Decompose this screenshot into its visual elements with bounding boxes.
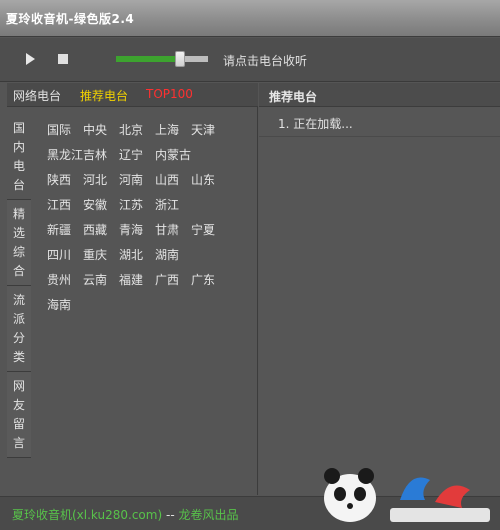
side-tab-label: 流派分类 bbox=[13, 293, 26, 364]
region-link[interactable]: 山东 bbox=[191, 171, 215, 188]
region-link[interactable]: 山西 bbox=[155, 171, 179, 188]
region-link[interactable]: 新疆 bbox=[47, 221, 71, 238]
side-tab-messages[interactable]: 网友留言 bbox=[7, 372, 31, 458]
region-link[interactable]: 江西 bbox=[47, 196, 71, 213]
region-link[interactable]: 黑龙江 bbox=[47, 146, 83, 163]
tab-network-radio[interactable]: 网络电台 bbox=[13, 87, 61, 104]
region-link[interactable]: 重庆 bbox=[83, 246, 107, 263]
side-tab-label: 网友留言 bbox=[13, 379, 26, 450]
footer-author: 龙卷风出品 bbox=[178, 508, 239, 522]
region-link[interactable]: 湖南 bbox=[155, 246, 179, 263]
recommend-panel: 推荐电台 1. 正在加载... bbox=[259, 83, 500, 495]
title-bar: 夏玲收音机-绿色版2.4 bbox=[0, 0, 500, 37]
footer-credit: 夏玲收音机(xl.ku280.com) -- 龙卷风出品 bbox=[12, 506, 239, 523]
region-link[interactable]: 甘肃 bbox=[155, 221, 179, 238]
window-title: 夏玲收音机-绿色版2.4 bbox=[6, 12, 135, 26]
region-link[interactable]: 海南 bbox=[47, 296, 71, 313]
region-link[interactable]: 河北 bbox=[83, 171, 107, 188]
region-link[interactable]: 北京 bbox=[119, 121, 143, 138]
region-link[interactable]: 河南 bbox=[119, 171, 143, 188]
side-tab-domestic[interactable]: 国内电台 bbox=[7, 114, 31, 200]
region-link[interactable]: 青海 bbox=[119, 221, 143, 238]
region-link[interactable]: 陕西 bbox=[47, 171, 71, 188]
category-tabs: 网络电台 推荐电台 TOP100 bbox=[7, 83, 258, 107]
region-link[interactable]: 天津 bbox=[191, 121, 215, 138]
volume-thumb[interactable] bbox=[175, 51, 186, 67]
region-link[interactable]: 湖北 bbox=[119, 246, 143, 263]
region-link[interactable]: 宁夏 bbox=[191, 221, 215, 238]
region-link[interactable]: 安徽 bbox=[83, 196, 107, 213]
region-link[interactable]: 西藏 bbox=[83, 221, 107, 238]
tab-recommended[interactable]: 推荐电台 bbox=[80, 87, 128, 104]
recommend-header: 推荐电台 bbox=[259, 83, 500, 107]
recommend-title: 推荐电台 bbox=[269, 90, 318, 104]
category-panel: 网络电台 推荐电台 TOP100 国内电台 精选综合 流派分类 网友留言 国际中… bbox=[7, 83, 258, 495]
list-item-label: 1. 正在加载... bbox=[278, 117, 353, 131]
region-link[interactable]: 浙江 bbox=[155, 196, 179, 213]
region-link[interactable]: 广东 bbox=[191, 271, 215, 288]
region-link[interactable]: 福建 bbox=[119, 271, 143, 288]
region-link[interactable]: 上海 bbox=[155, 121, 179, 138]
volume-fill bbox=[116, 56, 181, 62]
region-link[interactable]: 辽宁 bbox=[119, 146, 143, 163]
side-tab-label: 国内电台 bbox=[13, 121, 26, 192]
footer-sep: -- bbox=[165, 508, 175, 522]
side-tabs: 国内电台 精选综合 流派分类 网友留言 bbox=[7, 114, 31, 458]
region-link[interactable]: 内蒙古 bbox=[155, 146, 191, 163]
panda-logo bbox=[324, 468, 490, 522]
region-link[interactable]: 国际 bbox=[47, 121, 71, 138]
side-tab-genre[interactable]: 流派分类 bbox=[7, 286, 31, 372]
list-item[interactable]: 1. 正在加载... bbox=[259, 109, 500, 137]
region-link[interactable]: 四川 bbox=[47, 246, 71, 263]
player-toolbar: 请点击电台收听 bbox=[0, 38, 500, 82]
region-link[interactable]: 云南 bbox=[83, 271, 107, 288]
region-link[interactable]: 中央 bbox=[83, 121, 107, 138]
footer-site[interactable]: 夏玲收音机(xl.ku280.com) bbox=[12, 508, 162, 522]
tab-top100[interactable]: TOP100 bbox=[146, 87, 193, 101]
stop-icon[interactable] bbox=[58, 54, 68, 64]
volume-slider[interactable] bbox=[116, 51, 208, 67]
region-link[interactable]: 江苏 bbox=[119, 196, 143, 213]
play-icon[interactable] bbox=[26, 53, 35, 65]
region-link[interactable]: 吉林 bbox=[83, 146, 107, 163]
side-tab-featured[interactable]: 精选综合 bbox=[7, 200, 31, 286]
region-link[interactable]: 贵州 bbox=[47, 271, 71, 288]
status-text: 请点击电台收听 bbox=[223, 54, 308, 68]
region-link[interactable]: 广西 bbox=[155, 271, 179, 288]
side-tab-label: 精选综合 bbox=[13, 207, 26, 278]
